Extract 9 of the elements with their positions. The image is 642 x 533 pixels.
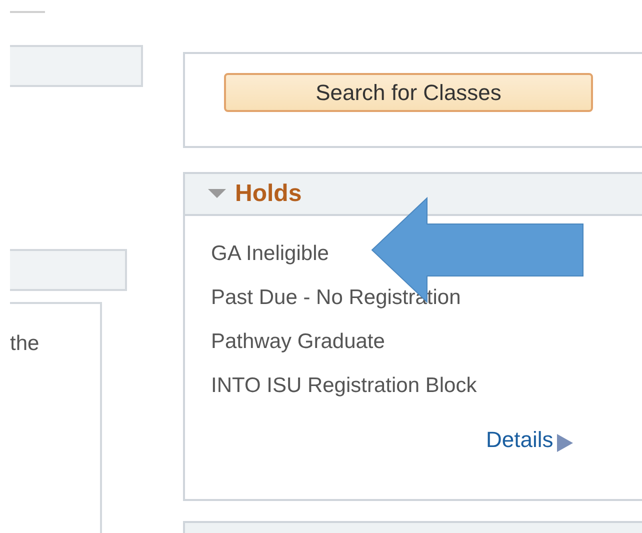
play-icon[interactable] (557, 434, 574, 452)
section-title: Holds (235, 179, 302, 209)
hold-item: GA Ineligible (211, 241, 330, 267)
panel-text: the (10, 332, 40, 355)
search-button[interactable]: Search for Classes (224, 73, 593, 112)
hold-item: Pathway Graduate (211, 329, 386, 355)
details-link[interactable]: Details (486, 423, 554, 456)
divider-line (10, 11, 45, 13)
hold-item: INTO ISU Registration Block (211, 373, 478, 399)
